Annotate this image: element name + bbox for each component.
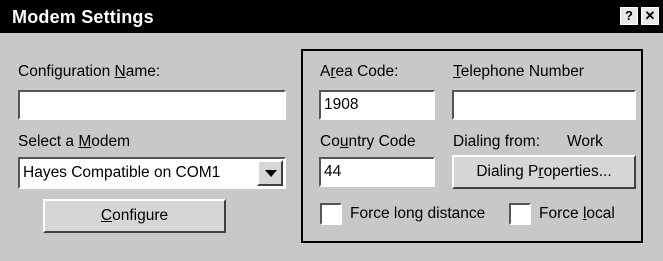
modem-select-value: Hayes Compatible on COM1 xyxy=(23,164,221,181)
help-icon[interactable]: ? xyxy=(620,7,638,25)
close-icon[interactable]: ✕ xyxy=(641,7,659,25)
chevron-down-icon[interactable] xyxy=(257,160,283,186)
force-long-distance-checkbox[interactable] xyxy=(320,203,342,225)
configure-button[interactable]: Configure xyxy=(43,199,226,233)
force-local-checkbox[interactable] xyxy=(509,203,531,225)
dialing-properties-button[interactable]: Dialing Properties... xyxy=(452,155,636,189)
telephone-number-label: Telephone Number xyxy=(453,63,584,80)
configuration-name-label: Configuration Name: xyxy=(18,63,161,80)
area-code-label: Area Code: xyxy=(320,63,399,80)
configuration-name-input[interactable] xyxy=(18,90,286,120)
dialing-from-label: Dialing from: xyxy=(453,133,540,150)
area-code-input[interactable]: 1908 xyxy=(319,90,435,120)
modem-settings-dialog: Modem Settings ? ✕ Configuration Name: S… xyxy=(0,0,663,261)
title-bar: Modem Settings ? ✕ xyxy=(0,0,663,33)
modem-select[interactable]: Hayes Compatible on COM1 xyxy=(18,157,286,189)
force-long-distance-label[interactable]: Force long distance xyxy=(350,205,485,223)
dialing-from-value: Work xyxy=(567,133,603,150)
country-code-label: Country Code xyxy=(320,133,416,150)
window-title: Modem Settings xyxy=(12,7,154,27)
country-code-input[interactable]: 44 xyxy=(319,157,435,187)
select-modem-label: Select a Modem xyxy=(18,133,131,150)
force-local-label[interactable]: Force local xyxy=(539,205,615,223)
telephone-number-input[interactable] xyxy=(452,90,636,120)
